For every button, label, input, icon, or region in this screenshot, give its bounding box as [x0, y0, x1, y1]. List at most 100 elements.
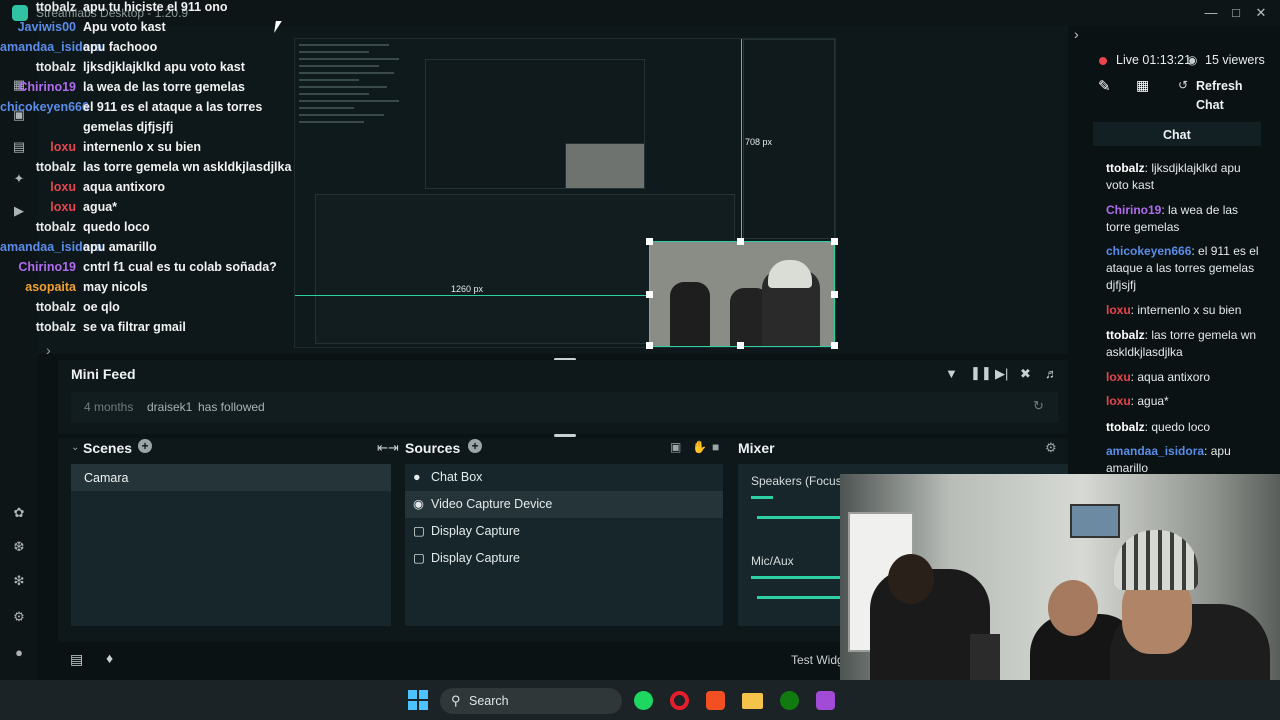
taskbar-search-box[interactable]: [440, 688, 622, 714]
nested-chat: [299, 41, 419, 191]
minimize-icon[interactable]: —: [1200, 3, 1222, 23]
chat-username: loxu: [1106, 394, 1131, 408]
chat-username: ttobalz: [1106, 161, 1145, 175]
overlay-chat-message: la wea de las torre gemelas: [83, 80, 245, 94]
resize-handle[interactable]: [831, 342, 838, 349]
overlay-chat-user: Chirino19: [18, 80, 76, 94]
overlay-chat-user: Chirino19: [18, 260, 76, 274]
overlay-chat-message: se va filtrar gmail: [83, 320, 186, 334]
overlay-chat-user: ttobalz: [35, 60, 76, 74]
performance-bars-icon[interactable]: ▤: [70, 651, 83, 668]
resize-handle[interactable]: [646, 291, 653, 298]
resize-handle[interactable]: [737, 238, 744, 245]
file-explorer-icon[interactable]: [742, 693, 763, 709]
overlay-chat-message: Apu voto kast: [83, 20, 166, 34]
selected-source-webcam[interactable]: [649, 241, 835, 347]
notification-bell-icon[interactable]: ♦: [106, 650, 113, 666]
link-icon[interactable]: ✿: [10, 504, 28, 522]
chat-message: ttobalz: ljksdjklajklkd apu voto kast: [1106, 160, 1266, 194]
feed-user: draisek1: [147, 400, 193, 414]
source-display-capture[interactable]: ▢ Display Capture: [405, 518, 723, 544]
overlay-chat-user: amandaa_isidora: [0, 40, 103, 54]
volume-slider-mic[interactable]: [757, 596, 841, 599]
resize-handle[interactable]: [646, 238, 653, 245]
resize-handle[interactable]: [831, 238, 838, 245]
overlay-chat-message: agua*: [83, 200, 118, 214]
skip-icon[interactable]: ▶|: [995, 366, 1008, 382]
opera-icon[interactable]: [670, 691, 689, 710]
resize-handle[interactable]: [831, 291, 838, 298]
chat-username: loxu: [1106, 370, 1131, 384]
stream-preview[interactable]: 1260 px 708 px: [294, 38, 838, 349]
overlay-chat-message: internenlo x su bien: [83, 140, 202, 154]
resize-handle[interactable]: [737, 342, 744, 349]
mini-feed-title: Mini Feed: [71, 366, 136, 382]
close-icon[interactable]: ✕: [1250, 3, 1272, 23]
chevron-right-icon[interactable]: ›: [1074, 26, 1079, 42]
monitor-icon: ▢: [413, 551, 425, 565]
overlay-chat-user: ttobalz: [35, 220, 76, 234]
drag-handle[interactable]: [554, 434, 576, 437]
chat-message: loxu: internenlo x su bien: [1106, 302, 1266, 319]
chat-username: ttobalz: [1106, 420, 1145, 434]
source-display-capture[interactable]: ▢ Display Capture: [405, 545, 723, 571]
filter-icon[interactable]: ▼: [945, 366, 958, 381]
live-timer: 01:13:21: [1142, 53, 1192, 67]
scene-transition-icon[interactable]: ⇤⇥: [377, 440, 399, 456]
camera-flip-icon[interactable]: ▦: [1136, 77, 1149, 94]
mixer-settings-gear-icon[interactable]: ⚙: [1045, 440, 1057, 456]
chat-message: loxu: agua*: [1106, 393, 1266, 410]
width-readout: 1260 px: [451, 284, 484, 294]
overlay-chat-user: loxu: [50, 180, 76, 194]
source-preview-icon[interactable]: ▣: [670, 440, 681, 454]
chat-message: ttobalz: quedo loco: [1106, 419, 1266, 436]
chat-message: amandaa_isidora: apu amarillo: [1106, 443, 1266, 477]
source-chat-box[interactable]: ● Chat Box: [405, 464, 723, 490]
mixer-channel-mic: Mic/Aux: [751, 554, 794, 568]
mute-notifications-icon[interactable]: ✖: [1020, 366, 1031, 382]
meter-mic: [751, 576, 841, 579]
add-source-icon[interactable]: +: [468, 439, 482, 453]
refresh-icon[interactable]: ↻: [1033, 398, 1044, 414]
overlay-chat-box: ttobalz apu tu hiciste el 911 ono Javiwis0…: [0, 0, 292, 340]
windows-start-icon[interactable]: [408, 690, 428, 710]
chat-title: Chat: [1163, 128, 1191, 142]
refresh-chat-label: Chat: [1196, 98, 1224, 112]
chat-username: loxu: [1106, 303, 1131, 317]
chat-message: Chirino19: la wea de las torre gemelas: [1106, 202, 1266, 236]
test-widgets-button[interactable]: Test Widg: [791, 653, 844, 667]
meter-speakers: [751, 496, 773, 499]
fl-studio-icon[interactable]: [706, 691, 725, 710]
pause-icon[interactable]: ❚❚: [970, 365, 992, 381]
nested-webcam: [565, 143, 645, 189]
volume-slider-speakers[interactable]: [757, 516, 841, 519]
settings-gear-icon[interactable]: ⚙: [10, 608, 28, 626]
chat-message: chicokeyen666: el 911 es el ataque a las…: [1106, 243, 1266, 294]
xbox-icon[interactable]: [780, 691, 799, 710]
refresh-chat-button[interactable]: Refresh: [1196, 79, 1243, 93]
chat-message: loxu: aqua antixoro: [1106, 369, 1266, 386]
chevron-right-icon[interactable]: ›: [46, 342, 51, 358]
apps-icon[interactable]: ❆: [10, 538, 28, 556]
spotify-icon[interactable]: [634, 691, 653, 710]
overlay-chat-message: las torre gemela wn askldkjlasdjlka: [83, 160, 292, 174]
app-icon[interactable]: [816, 691, 835, 710]
add-scene-icon[interactable]: +: [138, 439, 152, 453]
lock-icon[interactable]: ✋: [692, 440, 707, 454]
maximize-icon[interactable]: □: [1225, 3, 1247, 23]
taskbar-search-label: Search: [469, 694, 509, 708]
overlay-chat-user: chicokeyen666: [0, 100, 89, 114]
source-video-capture-device[interactable]: ◉ Video Capture Device: [405, 491, 723, 517]
plugin-icon[interactable]: ❇: [10, 572, 28, 590]
collapse-chevron-icon[interactable]: ⌄: [71, 442, 79, 453]
overlay-chat-message: quedo loco: [83, 220, 150, 234]
chat-text: : quedo loco: [1144, 420, 1211, 434]
resize-handle[interactable]: [646, 342, 653, 349]
folder-icon[interactable]: ■: [712, 440, 719, 454]
mixer-title: Mixer: [738, 440, 775, 456]
live-label: Live 01:13:21: [1116, 53, 1192, 67]
volume-icon[interactable]: ♬: [1045, 366, 1058, 381]
edit-pencil-icon[interactable]: ✎: [1098, 77, 1111, 95]
profile-icon[interactable]: ●: [10, 644, 28, 662]
sources-title: Sources: [405, 440, 461, 456]
